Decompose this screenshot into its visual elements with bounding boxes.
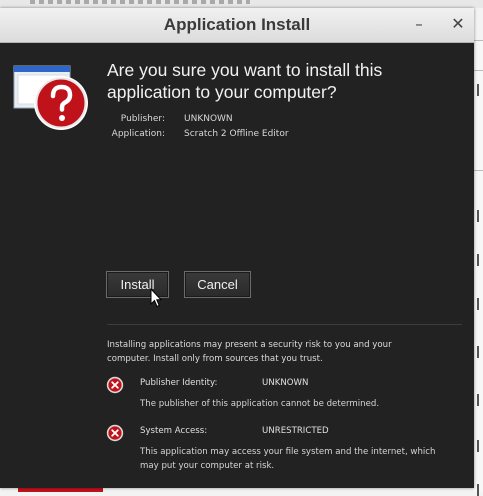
close-button[interactable]: ✕ [448, 14, 468, 34]
publisher-identity-description: The publisher of this application cannot… [140, 399, 380, 409]
red-x-icon [106, 424, 124, 442]
titlebar[interactable]: Application Install – ✕ [0, 8, 474, 43]
system-access-label: System Access: [140, 426, 208, 436]
dialog-heading: Are you sure you want to install this ap… [107, 60, 383, 102]
security-warning-text: Installing applications may present a se… [107, 340, 392, 364]
publisher-label: Publisher: [120, 114, 165, 124]
publisher-identity-value: UNKNOWN [262, 378, 309, 388]
system-access-value: UNRESTRICTED [262, 426, 329, 436]
cancel-button[interactable]: Cancel [184, 271, 251, 298]
application-value: Scratch 2 Offline Editor [184, 129, 289, 139]
mouse-pointer-icon [150, 288, 162, 308]
minimize-button[interactable]: – [409, 14, 429, 34]
system-access-description: This application may access your file sy… [140, 447, 436, 471]
background-app-edge [474, 40, 483, 496]
question-window-icon [13, 65, 88, 130]
publisher-identity-label: Publisher Identity: [140, 378, 218, 388]
background-app-strip [0, 0, 483, 8]
dialog-panel: Are you sure you want to install this ap… [0, 43, 474, 488]
publisher-value: UNKNOWN [184, 114, 233, 124]
red-x-icon [106, 376, 124, 394]
window-title: Application Install [163, 15, 311, 34]
install-dialog-window: Application Install – ✕ Are you sure you… [0, 8, 474, 488]
divider [107, 324, 462, 325]
application-label: Application: [111, 129, 165, 139]
